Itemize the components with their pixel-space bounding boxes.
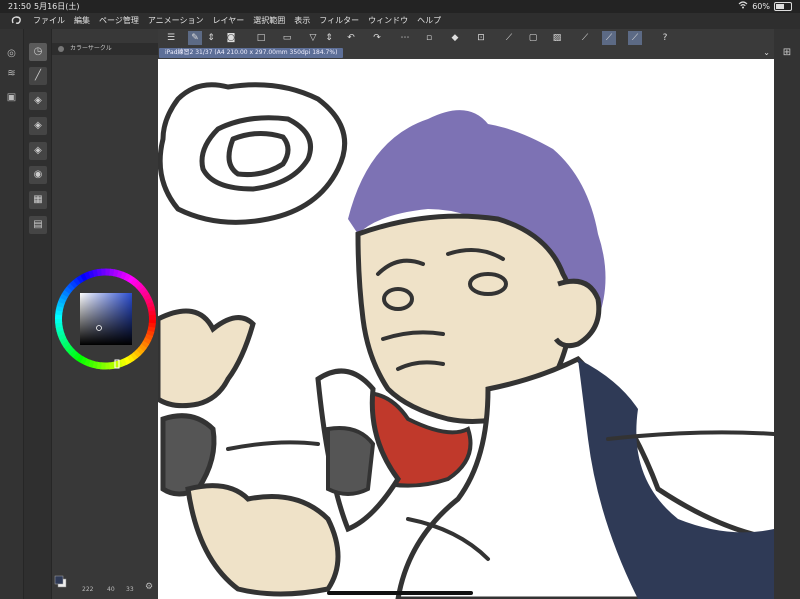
tool-column: ◷ ╱ ◈ ◈ ◈ ◉ ▦ ▤: [23, 29, 52, 599]
pages-icon[interactable]: ▣: [5, 91, 18, 104]
menu-item-0[interactable]: ファイル: [33, 13, 65, 29]
palette-tab[interactable]: カラーサークル: [52, 43, 159, 55]
pen-preset-icon[interactable]: ✎: [188, 31, 202, 45]
eraser-tool-icon[interactable]: ◈: [29, 92, 47, 110]
snap-icon[interactable]: ⟋: [578, 31, 592, 45]
palette-title: カラーサークル: [70, 45, 112, 52]
stabilizer-icon[interactable]: ⟋: [602, 31, 616, 45]
clear-selection-icon[interactable]: ⋯: [398, 31, 412, 45]
material-icon[interactable]: ◎: [5, 47, 18, 60]
menu-item-1[interactable]: 編集: [74, 13, 90, 29]
main-sub-color-icon[interactable]: [54, 575, 68, 589]
menu-items: ファイル 編集 ページ管理 アニメーション レイヤー 選択範囲 表示 フィルター ウィンドウ ヘル…: [33, 13, 441, 29]
palette-tab-icon: [58, 46, 64, 52]
document-tab-bar: iPad練習2 31/37 (A4 210.00 x 297.00mm 350d…: [158, 47, 774, 59]
menu-item-6[interactable]: 表示: [294, 13, 310, 29]
pen-tool-icon[interactable]: ╱: [29, 67, 47, 85]
menu-icon[interactable]: ☰: [164, 31, 178, 45]
hand: [158, 308, 256, 409]
command-toolbar: ☰ ✎ ⇕ ◙ □ ▭ ▽ ⇕ ↶ ↷ ⋯ ▫ ◆ ⊡ ⟋ ▢ ▨ ⟋ ⟋ ⟋ …: [158, 29, 774, 47]
figure-tool-icon[interactable]: ◉: [29, 166, 47, 184]
settings-icon[interactable]: ⚙: [145, 582, 153, 592]
frame-tool-icon[interactable]: ▤: [29, 216, 47, 234]
battery-percent: 60%: [752, 2, 770, 11]
glove: [160, 413, 217, 497]
phone-object: [326, 426, 376, 496]
chevron-down-icon[interactable]: ⌄: [763, 47, 770, 59]
color-wheel[interactable]: [52, 261, 159, 391]
chevron-updown-icon[interactable]: ⇕: [204, 31, 218, 45]
stat-c: 33: [126, 586, 134, 593]
move-tool-icon[interactable]: ◷: [29, 43, 47, 61]
status-right: 60%: [738, 0, 792, 13]
layers-icon[interactable]: ≋: [5, 67, 18, 80]
fill-tool-icon[interactable]: ◈: [29, 142, 47, 160]
right-panel-strip: ⊞: [774, 29, 800, 599]
blend-tool-icon[interactable]: ◈: [29, 117, 47, 135]
save-icon[interactable]: ▽: [306, 31, 320, 45]
menu-item-3[interactable]: アニメーション: [148, 13, 204, 29]
text-tool-icon[interactable]: ▦: [29, 191, 47, 209]
menu-item-5[interactable]: 選択範囲: [253, 13, 285, 29]
flip-icon[interactable]: ▨: [550, 31, 564, 45]
fill-bucket-icon[interactable]: ◆: [448, 31, 462, 45]
chevron-updown-icon-2[interactable]: ⇕: [322, 31, 336, 45]
stat-a: 222: [82, 586, 94, 593]
battery-icon: [774, 2, 792, 11]
artwork[interactable]: [158, 59, 774, 599]
menu-item-4[interactable]: レイヤー: [213, 13, 245, 29]
menu-item-7[interactable]: フィルター: [319, 13, 359, 29]
menu-item-8[interactable]: ウィンドウ: [368, 13, 408, 29]
wifi-icon: [738, 0, 748, 13]
help-icon[interactable]: ?: [658, 31, 672, 45]
lower-hand: [185, 483, 341, 597]
panel-toggle-icon[interactable]: ⊞: [781, 47, 793, 59]
transform-icon[interactable]: ⟋: [502, 31, 516, 45]
status-time: 21:50: [8, 2, 32, 11]
menu-item-2[interactable]: ページ管理: [99, 13, 139, 29]
stat-b: 40: [107, 586, 115, 593]
document-tab[interactable]: iPad練習2 31/37 (A4 210.00 x 297.00mm 350d…: [159, 48, 344, 58]
app-logo-icon[interactable]: [10, 15, 22, 27]
undo-icon[interactable]: ↶: [344, 31, 358, 45]
selection-icon[interactable]: ▫: [422, 31, 436, 45]
menu-bar: ファイル 編集 ページ管理 アニメーション レイヤー 選択範囲 表示 フィルター ウィンドウ ヘル…: [0, 13, 800, 29]
redo-icon[interactable]: ↷: [370, 31, 384, 45]
ruler-icon[interactable]: ⟋: [628, 31, 642, 45]
open-folder-icon[interactable]: ▭: [280, 31, 294, 45]
ear: [553, 278, 602, 349]
ios-status-bar: 21:50 5月16日(土) 60%: [0, 0, 800, 13]
halo-lineart: [158, 82, 348, 225]
palette-bottom: 222 40 33 ⚙: [52, 575, 159, 599]
drawing-canvas[interactable]: [158, 59, 774, 599]
menu-item-9[interactable]: ヘルプ: [417, 13, 441, 29]
mask-icon[interactable]: ▢: [526, 31, 540, 45]
new-file-icon[interactable]: □: [254, 31, 268, 45]
value-square: [80, 293, 132, 345]
camera-icon[interactable]: ◙: [224, 31, 238, 45]
crop-icon[interactable]: ⊡: [474, 31, 488, 45]
home-indicator[interactable]: [327, 591, 473, 595]
status-date: 5月16日(土): [34, 2, 80, 11]
color-palette-panel: カラーサークル 222 40 33 ⚙: [51, 29, 159, 599]
left-icon-strip: ◎ ≋ ▣: [0, 29, 23, 599]
